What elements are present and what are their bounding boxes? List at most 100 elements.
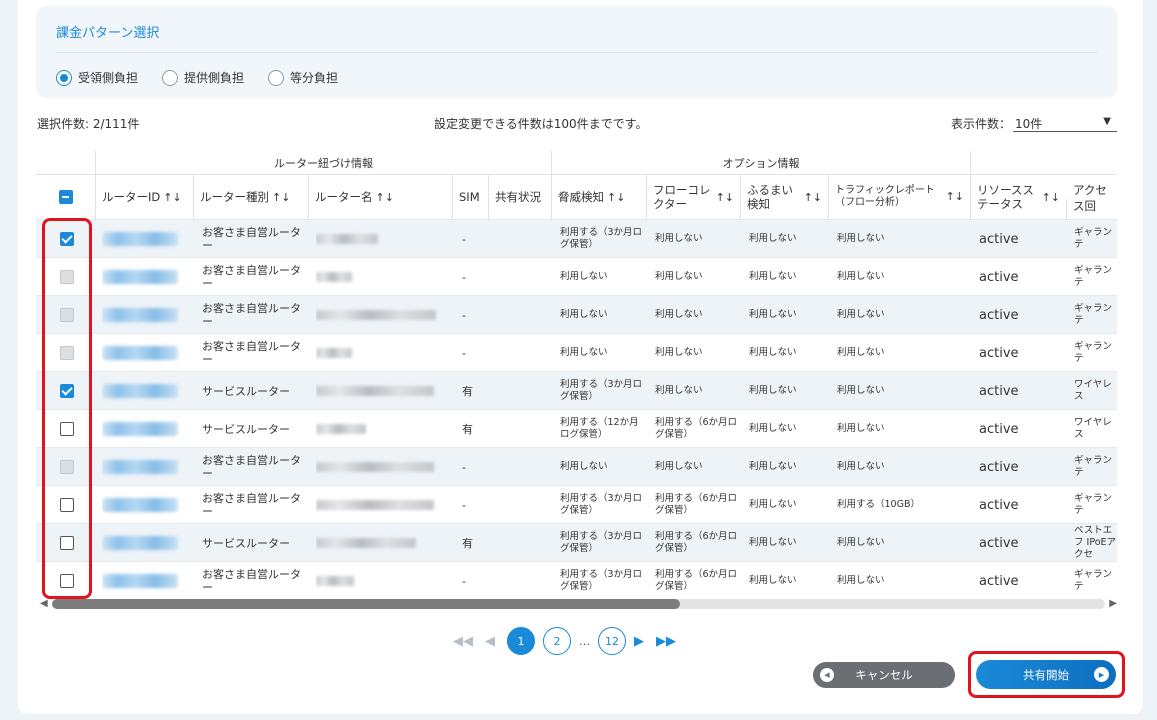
router-id-cell[interactable] [102, 334, 192, 372]
table-row[interactable]: お客さま自営ルーター - 利用する（3か月ログ保管） 利用しない 利用しない 利用しない a… [36, 219, 1117, 257]
router-id-cell[interactable] [102, 524, 192, 562]
sort-icon[interactable]: ↑↓ [272, 191, 290, 204]
header-router-type[interactable]: ルーター種別 ↑↓ [193, 175, 308, 219]
access-cell: ギャランテ [1074, 569, 1113, 592]
router-id-redacted [102, 270, 178, 284]
threat-detection-cell: 利用する（3か月ログ保管） [560, 569, 643, 592]
table-row[interactable]: お客さま自営ルーター - 利用しない 利用しない 利用しない 利用しない active ギャラ… [36, 257, 1117, 295]
header-router-id[interactable]: ルーターID ↑↓ [95, 175, 193, 219]
first-page-icon[interactable]: ◀◀ [453, 634, 473, 649]
radio-label: 等分負担 [290, 71, 339, 85]
header-label-line: ふるまい [747, 183, 793, 197]
behavior-detection-cell: 利用しない [749, 233, 797, 244]
threat-detection-cell: 利用しない [560, 271, 608, 282]
sort-icon[interactable]: ↑↓ [607, 191, 625, 204]
header-label-line: リソースス [977, 183, 1034, 197]
access-cell: ギャランテ [1074, 303, 1113, 326]
resource-status-cell: active [979, 573, 1019, 589]
header-share-status: 共有状況 [488, 175, 551, 219]
sort-icon[interactable]: ↑↓ [946, 191, 964, 203]
cancel-button[interactable]: ◀ キャンセル [813, 662, 955, 688]
header-access: アクセス回 [1066, 183, 1117, 219]
sim-cell: 有 [462, 385, 473, 398]
router-name-cell [316, 220, 446, 258]
behavior-detection-cell: 利用しない [749, 499, 797, 510]
header-threat-detection[interactable]: 脅威検知 ↑↓ [551, 175, 646, 219]
sort-icon[interactable]: ↑↓ [716, 191, 734, 204]
sort-icon[interactable]: ↑↓ [804, 191, 822, 204]
header-resource-status[interactable]: リソースス テータス ↑↓ [970, 175, 1066, 219]
sort-icon[interactable]: ↑↓ [1042, 191, 1060, 204]
next-page-icon[interactable]: ▶ [634, 634, 644, 649]
flow-collector-cell: 利用しない [655, 347, 703, 358]
resource-status-cell: active [979, 421, 1019, 437]
traffic-report-cell: 利用しない [837, 347, 885, 358]
radio-receiver-pays[interactable]: 受領側負担 [56, 69, 138, 86]
router-name-redacted [316, 462, 434, 472]
header-traffic-report[interactable]: トラフィックレポート （フロー分析） ↑↓ [828, 175, 970, 219]
header-label-line: フローコレ [653, 183, 711, 197]
table-row[interactable]: お客さま自営ルーター - 利用しない 利用しない 利用しない 利用しない active ギャラ… [36, 333, 1117, 371]
radio-label: 受領側負担 [78, 71, 139, 85]
table-row[interactable]: お客さま自営ルーター - 利用しない 利用しない 利用しない 利用しない active ギャラ… [36, 295, 1117, 333]
header-label: ルーターID [102, 190, 161, 204]
scroll-left-icon[interactable]: ◀ [40, 598, 48, 609]
access-cell: ワイヤレス [1074, 417, 1112, 440]
traffic-report-cell: 利用しない [837, 423, 885, 434]
share-label: 共有開始 [1023, 667, 1069, 682]
header-behavior-detection[interactable]: ふるまい 検知 ↑↓ [740, 175, 828, 219]
resource-status-cell: active [979, 345, 1019, 361]
billing-pattern-title: 課金パターン選択 [56, 26, 160, 41]
table-row[interactable]: サービスルーター 有 利用する（3か月ログ保管） 利用する（6か月ログ保管） 利用しない… [36, 523, 1117, 561]
router-name-redacted [316, 424, 366, 434]
page-1-button[interactable]: 1 [507, 627, 535, 655]
header-label-line: クター [653, 197, 688, 211]
start-share-button[interactable]: 共有開始 ▶ [976, 660, 1116, 689]
header-label-line: トラフィックレポート [835, 185, 935, 196]
scroll-right-icon[interactable]: ▶ [1109, 598, 1117, 609]
table-row[interactable]: お客さま自営ルーター - 利用する（3か月ログ保管） 利用する（6か月ログ保管） 利用し… [36, 485, 1117, 523]
last-page-icon[interactable]: ▶▶ [656, 634, 676, 649]
traffic-report-cell: 利用しない [837, 271, 885, 282]
router-id-cell[interactable] [102, 258, 192, 296]
router-id-cell[interactable] [102, 296, 192, 334]
checkbox-column-highlight [42, 218, 92, 599]
router-type-cell: サービスルーター [202, 422, 290, 436]
radio-split-pays[interactable]: 等分負担 [268, 69, 338, 86]
sim-cell: - [462, 574, 466, 588]
scroll-thumb[interactable] [52, 599, 680, 609]
behavior-detection-cell: 利用しない [749, 575, 797, 586]
threat-detection-cell: 利用しない [560, 461, 608, 472]
table-row[interactable]: お客さま自営ルーター - 利用する（3か月ログ保管） 利用する（6か月ログ保管） 利用し… [36, 561, 1117, 597]
header-flow-collector[interactable]: フローコレ クター ↑↓ [646, 175, 740, 219]
prev-page-icon[interactable]: ◀ [485, 634, 495, 649]
horizontal-scrollbar[interactable]: ◀ ▶ [40, 598, 1117, 610]
page-12-button[interactable]: 12 [598, 627, 626, 655]
sort-icon[interactable]: ↑↓ [163, 191, 181, 204]
per-page-select[interactable]: 10件 ▼ [1013, 110, 1117, 132]
radio-provider-pays[interactable]: 提供側負担 [162, 69, 244, 86]
cancel-label: キャンセル [855, 668, 913, 682]
table-row[interactable]: お客さま自営ルーター - 利用しない 利用しない 利用しない 利用しない active ギャラ… [36, 447, 1117, 485]
flow-collector-cell: 利用する（6か月ログ保管） [655, 417, 738, 440]
router-id-redacted [102, 574, 178, 588]
traffic-report-cell: 利用しない [837, 537, 885, 548]
header-router-name[interactable]: ルーター名 ↑↓ [308, 175, 452, 219]
page-2-button[interactable]: 2 [543, 627, 571, 655]
router-name-redacted [316, 538, 416, 548]
router-id-cell[interactable] [102, 410, 192, 448]
sim-cell: 有 [462, 537, 473, 550]
table-row[interactable]: サービスルーター 有 利用する（3か月ログ保管） 利用しない 利用しない 利用しない act… [36, 371, 1117, 409]
router-id-cell[interactable] [102, 448, 192, 486]
router-type-cell: お客さま自営ルーター [202, 492, 301, 518]
router-id-cell[interactable] [102, 372, 192, 410]
router-type-cell: お客さま自営ルーター [202, 264, 301, 290]
select-all-checkbox[interactable] [59, 190, 73, 204]
threat-detection-cell: 利用する（3か月ログ保管） [560, 379, 643, 402]
router-id-cell[interactable] [102, 486, 192, 524]
router-id-cell[interactable] [102, 562, 192, 597]
access-cell: ギャランテ [1074, 493, 1113, 516]
sort-icon[interactable]: ↑↓ [376, 191, 394, 204]
table-row[interactable]: サービスルーター 有 利用する（12か月ログ保管） 利用する（6か月ログ保管） 利用しな… [36, 409, 1117, 447]
router-id-cell[interactable] [102, 220, 192, 258]
